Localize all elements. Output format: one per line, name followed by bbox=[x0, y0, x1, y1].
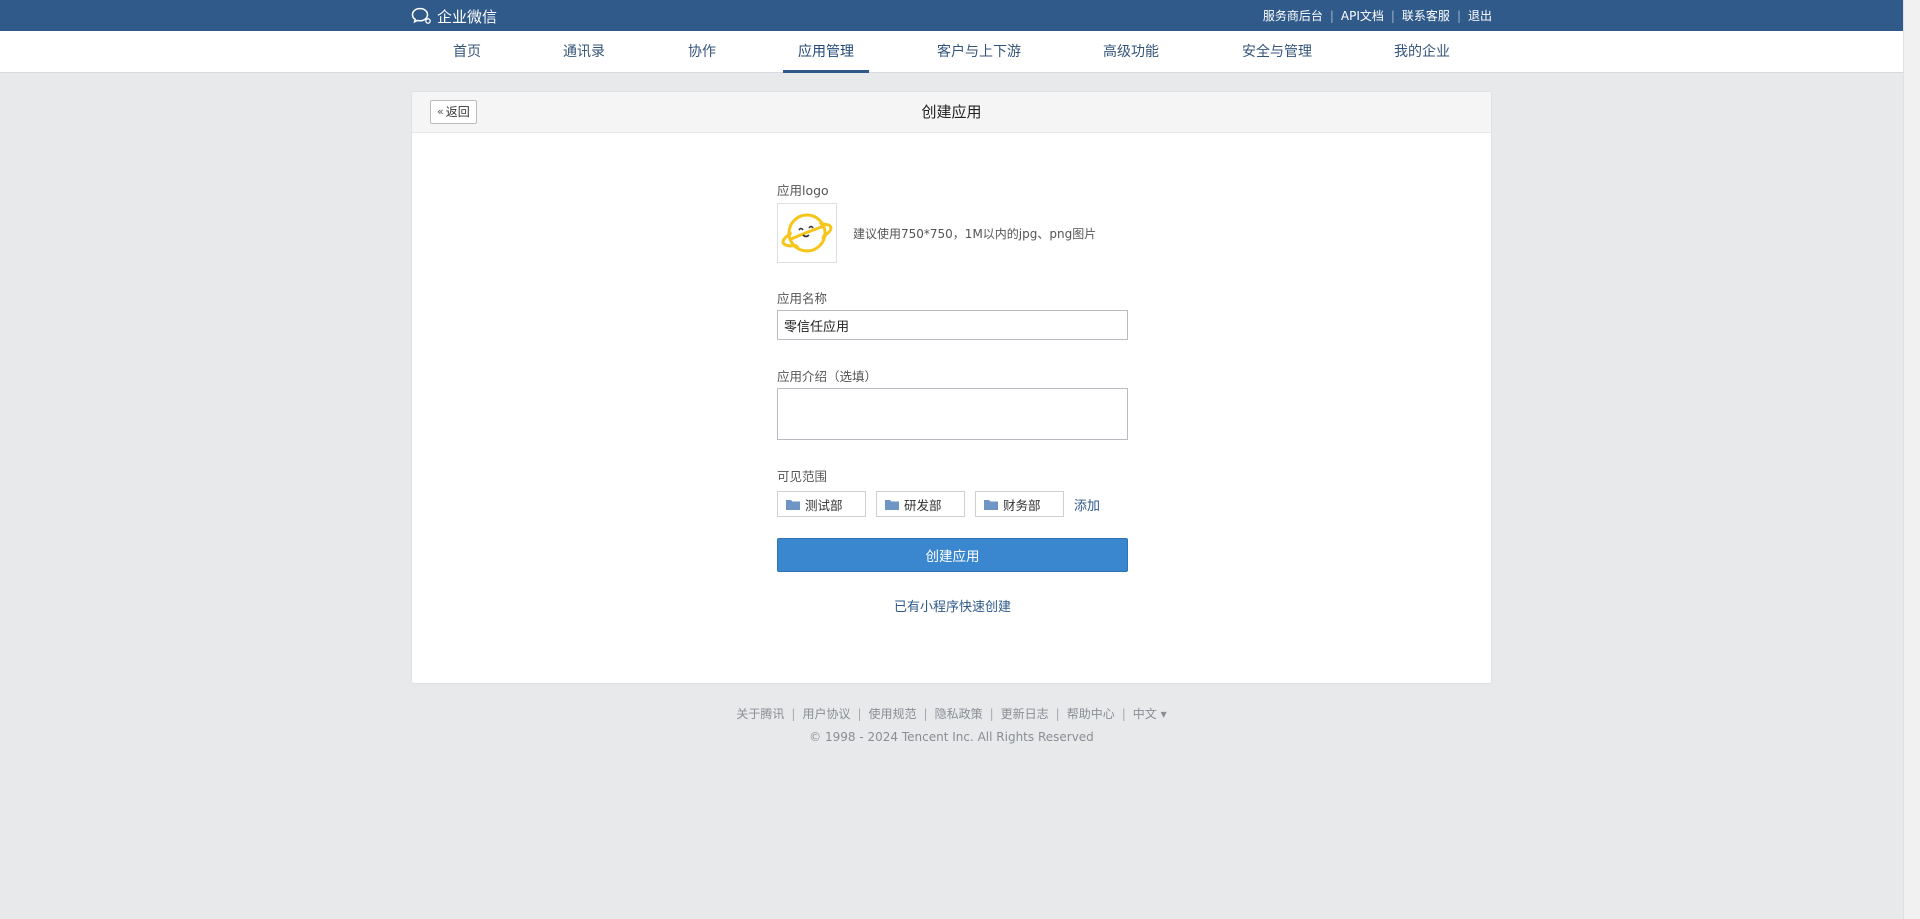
copyright: © 1998 - 2024 Tencent Inc. All Rights Re… bbox=[809, 730, 1094, 744]
double-chevron-left-icon: « bbox=[437, 105, 444, 118]
brand[interactable]: 企业微信 bbox=[411, 5, 497, 27]
back-button[interactable]: « 返回 bbox=[430, 100, 477, 124]
top-bar: 企业微信 服务商后台 | API文档 | 联系客服 | 退出 bbox=[0, 0, 1903, 31]
nav-home[interactable]: 首页 bbox=[453, 31, 481, 73]
divider: | bbox=[857, 706, 862, 721]
logout-link[interactable]: 退出 bbox=[1468, 7, 1492, 24]
department-chip[interactable]: 财务部 bbox=[975, 491, 1064, 517]
divider: | bbox=[1456, 8, 1461, 23]
add-scope-link[interactable]: 添加 bbox=[1074, 495, 1100, 514]
footer-about-link[interactable]: 关于腾讯 bbox=[736, 705, 784, 722]
visibility-scope-list: 测试部 研发部 财务部 添加 bbox=[777, 491, 1100, 517]
divider: | bbox=[923, 706, 928, 721]
nav-app-management[interactable]: 应用管理 bbox=[783, 31, 869, 73]
divider: | bbox=[1329, 8, 1334, 23]
visibility-scope-label: 可见范围 bbox=[777, 469, 828, 484]
app-intro-textarea[interactable] bbox=[777, 388, 1128, 440]
app-intro-label: 应用介绍（选填） bbox=[777, 369, 878, 384]
create-app-card: 创建应用 « 返回 应用logo 建议使用750*750，1M以内的jpg、pn… bbox=[411, 91, 1492, 684]
department-name: 研发部 bbox=[904, 497, 942, 513]
divider: | bbox=[791, 706, 796, 721]
mini-program-create-link[interactable]: 已有小程序快速创建 bbox=[777, 596, 1128, 615]
logo-label: 应用logo bbox=[777, 183, 829, 198]
back-label: 返回 bbox=[445, 105, 470, 119]
brand-name: 企业微信 bbox=[437, 7, 498, 26]
divider: | bbox=[1121, 706, 1126, 721]
folder-icon bbox=[786, 499, 800, 510]
card-header: 创建应用 « 返回 bbox=[412, 92, 1491, 133]
nav-contacts[interactable]: 通讯录 bbox=[563, 31, 605, 73]
folder-icon bbox=[984, 499, 998, 510]
footer-privacy-link[interactable]: 隐私政策 bbox=[935, 705, 983, 722]
wecom-logo-icon bbox=[411, 7, 431, 24]
create-app-button[interactable]: 创建应用 bbox=[777, 538, 1128, 572]
provider-console-link[interactable]: 服务商后台 bbox=[1263, 7, 1323, 24]
planet-logo-icon bbox=[781, 213, 833, 253]
footer-usage-rules-link[interactable]: 使用规范 bbox=[869, 705, 917, 722]
logo-hint: 建议使用750*750，1M以内的jpg、png图片 bbox=[853, 227, 1097, 241]
department-chip[interactable]: 研发部 bbox=[876, 491, 965, 517]
footer-changelog-link[interactable]: 更新日志 bbox=[1001, 705, 1049, 722]
folder-icon bbox=[885, 499, 899, 510]
main-nav: 首页 通讯录 协作 应用管理 客户与上下游 高级功能 安全与管理 我的企业 bbox=[0, 31, 1903, 73]
department-name: 财务部 bbox=[1003, 497, 1041, 513]
nav-customers[interactable]: 客户与上下游 bbox=[937, 31, 1021, 73]
vertical-scrollbar[interactable] bbox=[1903, 0, 1920, 919]
app-name-input[interactable] bbox=[777, 310, 1128, 340]
language-select[interactable]: 中文 ▾ bbox=[1133, 705, 1167, 722]
footer-user-agreement-link[interactable]: 用户协议 bbox=[802, 705, 850, 722]
department-name: 测试部 bbox=[805, 497, 843, 513]
contact-support-link[interactable]: 联系客服 bbox=[1402, 7, 1450, 24]
nav-my-enterprise[interactable]: 我的企业 bbox=[1394, 31, 1450, 73]
logo-upload[interactable] bbox=[777, 203, 837, 263]
footer: 关于腾讯 | 用户协议 | 使用规范 | 隐私政策 | 更新日志 | 帮助中心 … bbox=[0, 705, 1903, 745]
app-name-label: 应用名称 bbox=[777, 291, 828, 306]
top-links: 服务商后台 | API文档 | 联系客服 | 退出 bbox=[1263, 7, 1492, 24]
footer-help-link[interactable]: 帮助中心 bbox=[1067, 705, 1115, 722]
nav-advanced[interactable]: 高级功能 bbox=[1103, 31, 1159, 73]
footer-links: 关于腾讯 | 用户协议 | 使用规范 | 隐私政策 | 更新日志 | 帮助中心 … bbox=[0, 705, 1903, 722]
api-docs-link[interactable]: API文档 bbox=[1341, 7, 1384, 24]
divider: | bbox=[1055, 706, 1060, 721]
divider: | bbox=[989, 706, 994, 721]
page-title: 创建应用 bbox=[921, 103, 982, 121]
department-chip[interactable]: 测试部 bbox=[777, 491, 866, 517]
nav-collaboration[interactable]: 协作 bbox=[688, 31, 716, 73]
nav-security[interactable]: 安全与管理 bbox=[1242, 31, 1312, 73]
divider: | bbox=[1390, 8, 1395, 23]
